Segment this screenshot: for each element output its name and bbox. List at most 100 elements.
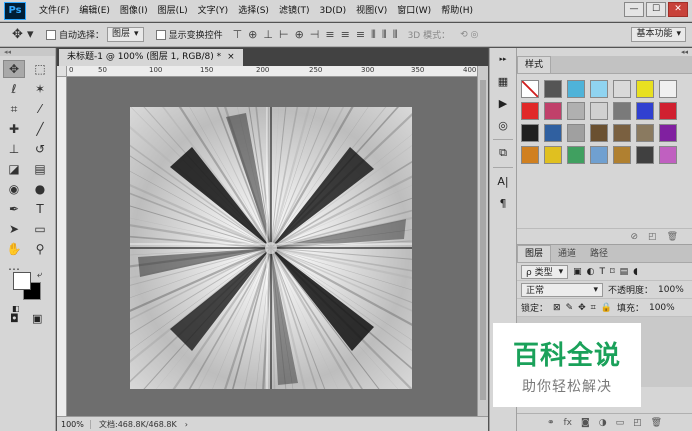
close-icon[interactable]: × [227, 49, 235, 66]
filter-toggle[interactable]: ◖ [633, 267, 638, 277]
filter-shape-icon[interactable]: ⌑ [610, 267, 615, 277]
eyedropper-tool-icon[interactable]: ⁄ [29, 100, 51, 118]
quick-mask-icon[interactable]: ◘ [10, 312, 19, 325]
link-icon[interactable]: ⚭ [547, 418, 555, 428]
close-button[interactable]: ✕ [668, 2, 688, 17]
menu-image[interactable]: 图像(I) [115, 0, 153, 22]
fill-value[interactable]: 100% [649, 303, 675, 313]
tab-channels[interactable]: 通道 [551, 246, 583, 262]
tab-styles[interactable]: 样式 [517, 56, 552, 73]
style-swatch[interactable] [544, 124, 562, 142]
align-vcenter-icon[interactable]: ⊕ [248, 28, 257, 42]
horizontal-ruler[interactable]: 0 50 100 150 200 250 300 350 400 [67, 66, 477, 77]
align-hcenter-icon[interactable]: ⊕ [295, 28, 304, 42]
foreground-color-chip[interactable] [13, 272, 31, 290]
style-swatch[interactable] [659, 146, 677, 164]
document-tab[interactable]: 未标题-1 @ 100% (图层 1, RGB/8) * × [59, 49, 243, 66]
menu-help[interactable]: 帮助(H) [436, 0, 478, 22]
style-swatch[interactable] [636, 124, 654, 142]
vertical-scrollbar[interactable] [477, 66, 488, 416]
style-swatch[interactable] [613, 102, 631, 120]
adjustment-icon[interactable]: ◑ [599, 418, 607, 428]
menu-window[interactable]: 窗口(W) [392, 0, 436, 22]
type-tool-icon[interactable]: T [29, 200, 51, 218]
menu-layer[interactable]: 图层(L) [153, 0, 193, 22]
filter-adjust-icon[interactable]: ◐ [587, 267, 595, 277]
style-swatch[interactable] [659, 102, 677, 120]
distribute-left-icon[interactable]: ⦀ [371, 28, 376, 42]
blur-tool-icon[interactable]: ◉ [3, 180, 25, 198]
trash-icon[interactable]: 🗑 [667, 232, 678, 242]
play-action-icon[interactable]: ▶ [493, 94, 513, 112]
canvas-area[interactable] [67, 77, 477, 416]
clear-style-icon[interactable]: ⊘ [631, 232, 639, 242]
clone-source-icon[interactable]: ⧉ [493, 144, 513, 162]
clone-stamp-tool-icon[interactable]: ⊥ [3, 140, 25, 158]
rectangle-tool-icon[interactable]: ▭ [29, 220, 51, 238]
gradient-tool-icon[interactable]: ▤ [29, 160, 51, 178]
move-tool-icon[interactable]: ✥ [3, 60, 25, 78]
hand-tool-icon[interactable]: ✋ [3, 240, 25, 258]
style-swatch[interactable] [613, 124, 631, 142]
ruler-origin[interactable] [57, 66, 67, 77]
lock-artboard-icon[interactable]: ⌗ [591, 303, 596, 313]
blend-mode-dropdown[interactable]: 正常 ▾ [521, 282, 603, 297]
style-swatch[interactable] [659, 80, 677, 98]
new-layer-icon[interactable]: ◰ [633, 418, 642, 428]
magic-wand-tool-icon[interactable]: ✶ [29, 80, 51, 98]
zoom-level[interactable]: 100% [57, 419, 91, 429]
align-bottom-icon[interactable]: ⊥ [263, 28, 273, 42]
vertical-ruler[interactable] [57, 77, 67, 416]
show-transform-checkbox[interactable] [155, 29, 166, 40]
maximize-button[interactable]: ☐ [646, 2, 666, 17]
auto-select-dropdown[interactable]: 图层 ▾ [107, 27, 144, 42]
lasso-tool-icon[interactable]: ℓ [3, 80, 25, 98]
fx-icon[interactable]: fx [563, 418, 572, 428]
auto-select-checkbox[interactable] [46, 29, 56, 40]
dodge-tool-icon[interactable]: ● [29, 180, 51, 198]
path-selection-tool-icon[interactable]: ➤ [3, 220, 25, 238]
mask-icon[interactable]: ◙ [581, 418, 590, 428]
minimize-button[interactable]: — [624, 2, 644, 17]
style-swatch[interactable] [613, 146, 631, 164]
style-swatch[interactable] [590, 124, 608, 142]
distribute-top-icon[interactable]: ≡ [325, 28, 334, 42]
style-swatch[interactable] [544, 146, 562, 164]
layer-filter-dropdown[interactable]: ρ 类型 ▾ [521, 264, 569, 279]
scrollbar-thumb[interactable] [480, 80, 486, 400]
lock-image-icon[interactable]: ✎ [566, 303, 574, 313]
workspace-dropdown[interactable]: 基本功能 ▾ [631, 27, 686, 42]
panel-collapse-icon[interactable]: ◂◂ [681, 48, 688, 56]
align-top-icon[interactable]: ⊤ [233, 28, 243, 42]
paragraph-icon[interactable]: ¶ [493, 194, 513, 212]
style-swatch[interactable] [521, 124, 539, 142]
style-swatch[interactable] [521, 102, 539, 120]
style-swatch[interactable] [636, 102, 654, 120]
lock-position-icon[interactable]: ✥ [578, 303, 586, 313]
style-swatch[interactable] [590, 80, 608, 98]
style-swatch[interactable] [636, 146, 654, 164]
style-swatch[interactable] [567, 80, 585, 98]
folder-icon[interactable]: ▭ [616, 418, 625, 428]
document-image[interactable] [130, 107, 412, 389]
filter-pixel-icon[interactable]: ▣ [573, 267, 582, 277]
zoom-tool-icon[interactable]: ⚲ [29, 240, 51, 258]
style-swatch[interactable] [521, 146, 539, 164]
trash-icon[interactable]: 🗑 [651, 418, 662, 428]
toolbox-grip[interactable]: ◂◂ [0, 48, 55, 56]
lock-transparent-icon[interactable]: ⊠ [553, 303, 561, 313]
align-left-icon[interactable]: ⊢ [279, 28, 289, 42]
style-swatch[interactable] [567, 124, 585, 142]
menu-view[interactable]: 视图(V) [351, 0, 392, 22]
chevron-right-icon[interactable]: › [185, 420, 188, 429]
history-icon[interactable]: ▦ [493, 72, 513, 90]
style-swatch[interactable] [567, 146, 585, 164]
distribute-right-icon[interactable]: ⦀ [393, 28, 398, 42]
style-swatch[interactable] [544, 80, 562, 98]
screen-mode-icon[interactable]: ▣ [32, 312, 42, 325]
properties-icon[interactable]: ◎ [493, 116, 513, 134]
menu-filter[interactable]: 滤镜(T) [274, 0, 315, 22]
character-icon[interactable]: A| [493, 172, 513, 190]
swap-colors-icon[interactable]: ⤶ [37, 270, 42, 280]
marquee-tool-icon[interactable]: ⬚ [29, 60, 51, 78]
